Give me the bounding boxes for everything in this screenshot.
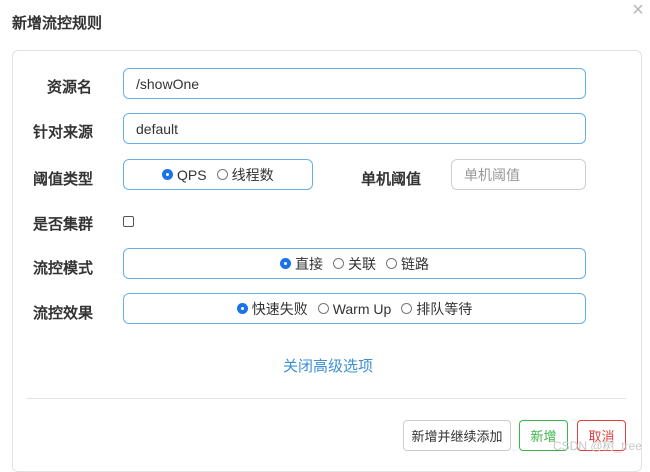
single-threshold-input[interactable] — [451, 159, 586, 190]
dialog-title: 新增流控规则 — [12, 15, 103, 32]
option-label: QPS — [177, 166, 207, 183]
control-mode-label: 流控模式 — [33, 260, 94, 277]
cluster-label: 是否集群 — [33, 216, 94, 233]
option-label: 直接 — [295, 255, 323, 272]
control-effect-fast-fail-option[interactable]: 快速失败 — [236, 299, 308, 319]
control-mode-relate-option[interactable]: 关联 — [333, 254, 376, 274]
radio-icon[interactable] — [317, 303, 329, 314]
resource-input[interactable] — [123, 68, 586, 99]
toggle-advanced-link[interactable]: 关闭高级选项 — [283, 355, 373, 376]
control-effect-queue-option[interactable]: 排队等待 — [401, 299, 472, 319]
resource-label: 资源名 — [47, 79, 93, 96]
radio-icon[interactable] — [386, 258, 397, 269]
option-label: Warm Up — [332, 300, 392, 317]
footer-divider — [26, 398, 626, 399]
option-label: 链路 — [401, 255, 429, 272]
radio-icon[interactable] — [216, 169, 228, 180]
control-mode-group: 直接 关联 链路 — [123, 248, 586, 279]
option-label: 快速失败 — [251, 300, 308, 317]
threshold-type-qps-option[interactable]: QPS — [162, 167, 207, 183]
control-effect-group: 快速失败 Warm Up 排队等待 — [123, 293, 586, 324]
radio-selected-icon[interactable] — [280, 258, 291, 269]
add-and-continue-button[interactable]: 新增并继续添加 — [403, 420, 511, 451]
control-mode-chain-option[interactable]: 链路 — [386, 254, 429, 274]
single-threshold-label: 单机阈值 — [361, 171, 422, 188]
control-effect-warm-up-option[interactable]: Warm Up — [317, 300, 392, 317]
cluster-checkbox[interactable] — [123, 216, 134, 227]
threshold-type-group: QPS 线程数 — [123, 159, 313, 190]
radio-selected-icon[interactable] — [162, 169, 173, 180]
radio-selected-icon[interactable] — [236, 303, 248, 314]
option-label: 排队等待 — [416, 300, 473, 317]
radio-icon[interactable] — [401, 303, 413, 314]
threshold-type-thread-option[interactable]: 线程数 — [216, 165, 274, 185]
threshold-type-label: 阈值类型 — [33, 171, 94, 188]
control-effect-label: 流控效果 — [33, 305, 94, 322]
limit-app-input[interactable] — [123, 113, 586, 144]
limit-app-label: 针对来源 — [33, 124, 94, 141]
close-icon[interactable]: × — [628, 0, 648, 20]
option-label: 关联 — [348, 255, 376, 272]
watermark: CSDN @树_tree — [553, 439, 642, 453]
radio-icon[interactable] — [333, 258, 344, 269]
control-mode-direct-option[interactable]: 直接 — [280, 254, 323, 274]
option-label: 线程数 — [231, 166, 274, 183]
